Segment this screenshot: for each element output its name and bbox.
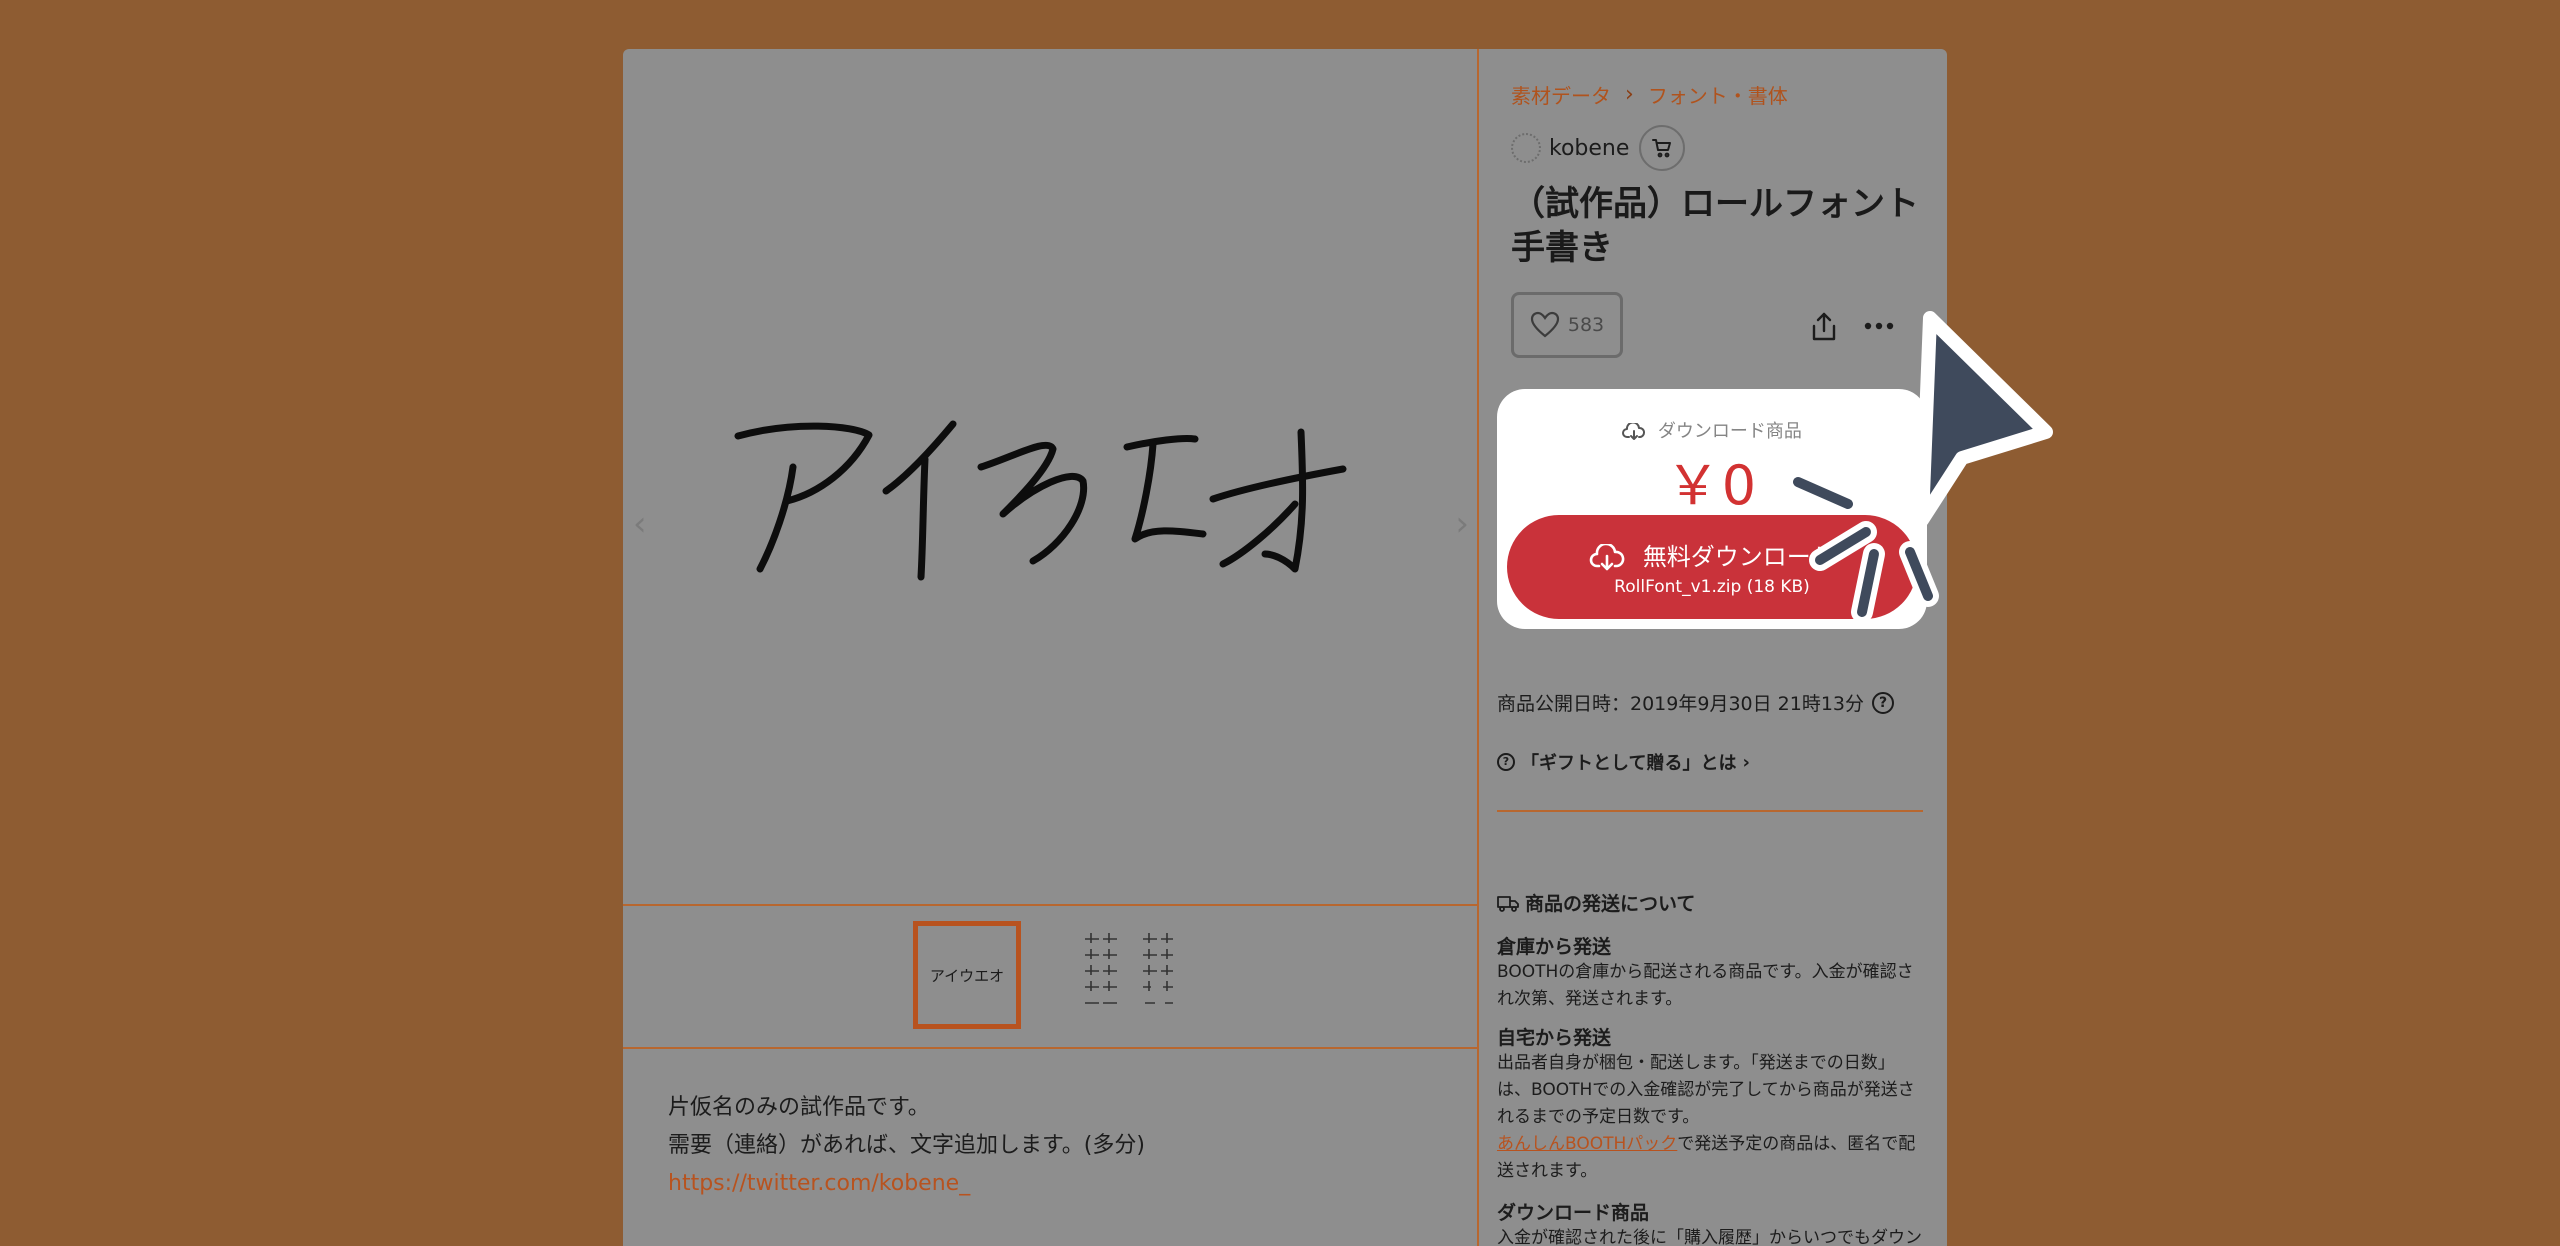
anshin-booth-pack-link[interactable]: あんしんBOOTHパック [1497, 1134, 1677, 1154]
product-page: ‹ › アイウエオ 片仮名のみの試作品です。 需要（連絡）があれば、文字追加しま… [623, 49, 1947, 1246]
product-title: （試作品）ロールフォント手書き [1511, 184, 1919, 268]
thumbnail-1-text: アイウエオ [929, 966, 1005, 985]
description-line-1: 片仮名のみの試作品です。 [668, 1095, 930, 1120]
cloud-download-icon [1589, 542, 1625, 571]
question-icon: ? [1497, 753, 1515, 771]
thumbnail-2[interactable] [1073, 921, 1181, 1029]
shipping-home: 自宅から発送 出品者自身が梱包・配送します。「発送までの日数」は、BOOTHでの… [1497, 1026, 1927, 1185]
image-gallery: ‹ › アイウエオ 片仮名のみの試作品です。 需要（連絡）があれば、文字追加しま… [623, 49, 1479, 1246]
description-link[interactable]: https://twitter.com/kobene_ [668, 1165, 1145, 1203]
shop-avatar[interactable] [1511, 133, 1541, 163]
heart-icon [1530, 311, 1559, 338]
like-count: 583 [1567, 314, 1605, 336]
publish-date-text: 商品公開日時：2019年9月30日 21時13分 [1497, 693, 1865, 715]
main-product-image[interactable]: ‹ › [623, 49, 1479, 904]
shipping-warehouse: 倉庫から発送 BOOTHの倉庫から配送される商品です。入金が確認され次第、発送さ… [1497, 935, 1927, 1013]
prev-image-button[interactable]: ‹ [633, 504, 647, 544]
product-info-panel: 素材データ › フォント・書体 kobene （試作品）ロールフォント手書き 5… [1481, 49, 1947, 1246]
download-section-text: 入金が確認された後に「購入履歴」からいつでもダウンロードできるようになります。 [1497, 1228, 1922, 1246]
shipping-download: ダウンロード商品 入金が確認された後に「購入履歴」からいつでもダウンロードできる… [1497, 1201, 1927, 1246]
shipping-section-title: 商品の発送について [1497, 889, 1695, 916]
home-title: 自宅から発送 [1497, 1027, 1612, 1049]
cursor-arrow-icon [1787, 311, 2053, 623]
shipping-title-text: 商品の発送について [1525, 893, 1696, 915]
divider [1497, 810, 1923, 812]
breadcrumb-item-font[interactable]: フォント・書体 [1648, 80, 1788, 109]
home-text: 出品者自身が梱包・配送します。「発送までの日数」は、BOOTHでの入金確認が完了… [1497, 1053, 1915, 1127]
thumbnail-2-image [1085, 933, 1173, 1004]
warehouse-title: 倉庫から発送 [1497, 936, 1612, 958]
cloud-download-icon [1622, 421, 1646, 440]
publish-date: 商品公開日時：2019年9月30日 21時13分 ? [1497, 689, 1895, 716]
breadcrumb: 素材データ › フォント・書体 [1511, 80, 1788, 109]
cart-icon [1652, 139, 1672, 158]
click-cursor-overlay [1750, 300, 2070, 644]
breadcrumb-separator: › [1625, 82, 1634, 107]
like-button[interactable]: 583 [1511, 292, 1623, 358]
product-description: 片仮名のみの試作品です。 需要（連絡）があれば、文字追加します。(多分) htt… [668, 1089, 1145, 1203]
thumbnail-1[interactable]: アイウエオ [913, 921, 1021, 1029]
gift-info-link[interactable]: ? 「ギフトとして贈る」とは › [1497, 749, 1750, 775]
description-line-2: 需要（連絡）があれば、文字追加します。(多分) [668, 1133, 1145, 1158]
next-image-button[interactable]: › [1455, 504, 1469, 544]
warehouse-text: BOOTHの倉庫から配送される商品です。入金が確認され次第、発送されます。 [1497, 962, 1914, 1009]
handwritten-katakana-image [734, 420, 1347, 581]
truck-icon [1497, 895, 1519, 912]
help-icon[interactable]: ? [1872, 691, 1895, 714]
chevron-right-icon: › [1742, 751, 1750, 773]
thumbnail-strip: アイウエオ [623, 904, 1479, 1049]
breadcrumb-item-material[interactable]: 素材データ [1511, 80, 1611, 109]
shop-info: kobene [1511, 125, 1686, 171]
download-section-title: ダウンロード商品 [1497, 1202, 1650, 1224]
gift-info-label: 「ギフトとして贈る」とは [1521, 753, 1737, 774]
anshin-row: あんしんBOOTHパックで発送予定の商品は、匿名で配送されます。 [1497, 1131, 1927, 1185]
shop-name[interactable]: kobene [1549, 136, 1629, 161]
shop-cart-button[interactable] [1639, 125, 1686, 171]
